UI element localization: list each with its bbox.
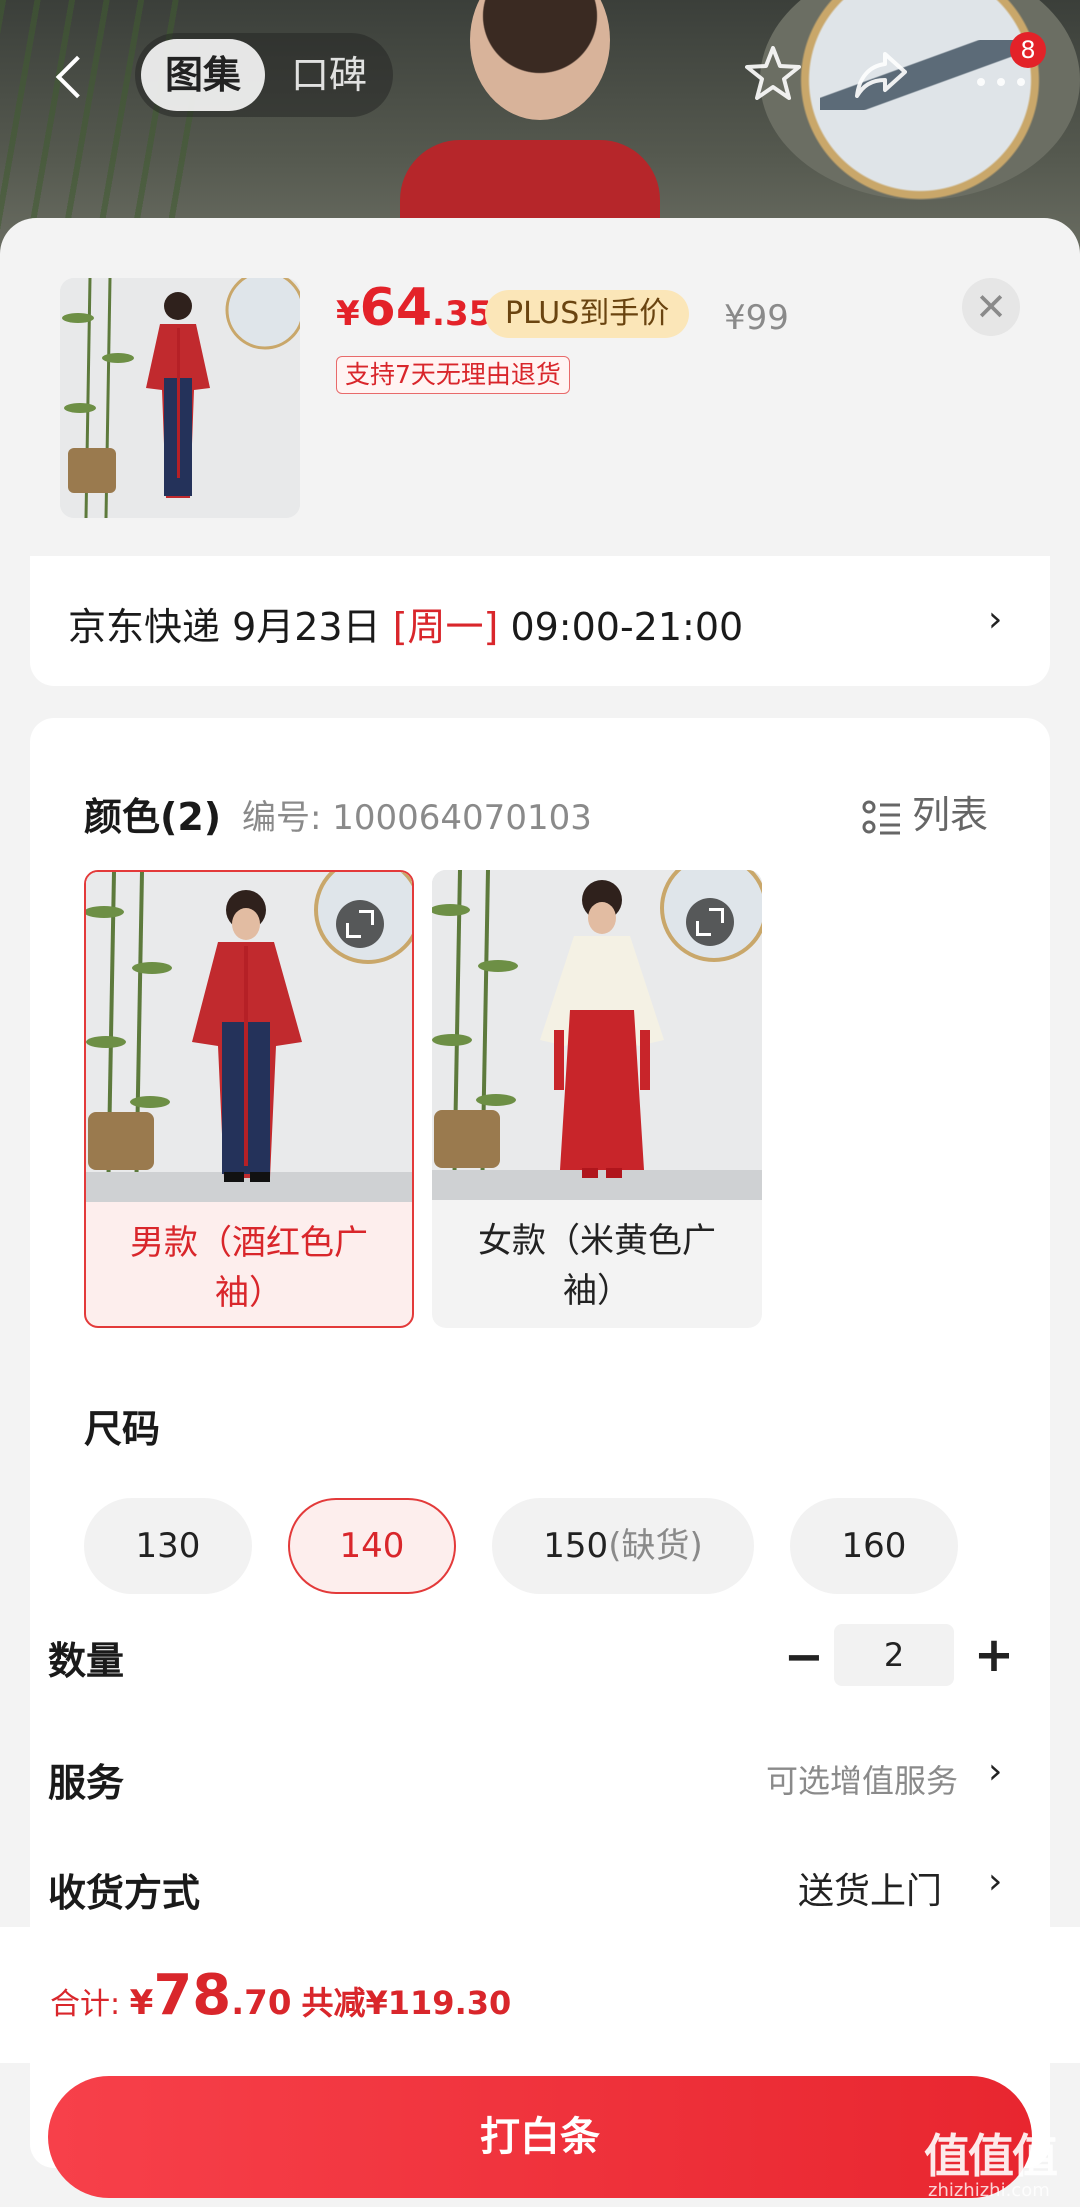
size-option-160[interactable]: 160 (790, 1498, 958, 1594)
color-option-label: 女款（米黄色广袖） (478, 1221, 716, 1311)
expand-icon[interactable] (336, 900, 384, 948)
delivery-info: 京东快递 9月23日 [周一] 09:00-21:00 (68, 596, 743, 651)
list-toggle-label: 列表 (912, 793, 989, 837)
size-value: 160 (841, 1526, 907, 1566)
size-value: 130 (135, 1526, 201, 1566)
total-currency: ¥ (129, 1983, 154, 2023)
delivery-date: 京东快递 9月23日 (68, 605, 393, 649)
watermark-logo: 值值值 (924, 2129, 1058, 2183)
baitiao-pay-button[interactable]: 打白条 (48, 2076, 1032, 2198)
delivery-time: 09:00-21:00 (498, 605, 744, 649)
quantity-input[interactable]: 2 (834, 1624, 954, 1686)
total-label: 合计: (50, 1987, 130, 2022)
chevron-right-icon: › (988, 599, 1003, 640)
model-head (470, 0, 610, 120)
service-value[interactable]: 可选增值服务 (766, 1756, 958, 1802)
color-section-title: 颜色(2) (84, 795, 222, 839)
total-integer: 78 (153, 1963, 232, 2028)
current-price: ¥64.35 (336, 278, 492, 342)
total-discount: 共减¥119.30 (301, 1984, 512, 2022)
list-icon (862, 798, 902, 838)
quantity-label: 数量 (48, 1639, 125, 1683)
order-total: 合计: ¥78.70 共减¥119.30 (50, 1963, 511, 2028)
price-integer: 64 (359, 278, 433, 338)
plus-price-tag: PLUS到手价 (485, 290, 690, 338)
quantity-decrease-button[interactable]: − (774, 1628, 834, 1688)
message-badge: 8 (1010, 32, 1046, 68)
star-icon[interactable] (738, 42, 808, 112)
shipping-method-value[interactable]: 送货上门 (798, 1862, 942, 1914)
color-option-female[interactable]: 女款（米黄色广袖） (432, 870, 762, 1328)
color-option-male[interactable]: 男款（酒红色广袖） (84, 870, 414, 1328)
watermark-url: zhizhizhi.com (928, 2180, 1050, 2201)
return-policy-tag: 支持7天无理由退货 (336, 356, 570, 394)
size-section-title: 尺码 (84, 1407, 161, 1451)
service-label: 服务 (48, 1761, 125, 1805)
color-option-label: 男款（酒红色广袖） (130, 1223, 368, 1313)
sku-selection-sheet: ¥64.35 PLUS到手价 ¥99 支持7天无理由退货 ✕ 京东快递 9月23… (0, 218, 1080, 2207)
original-price: ¥99 (724, 298, 789, 338)
expand-icon[interactable] (686, 898, 734, 946)
total-decimal: .70 (231, 1983, 292, 2023)
shipping-method-label: 收货方式 (48, 1871, 201, 1915)
chevron-right-icon: › (988, 1861, 1003, 1902)
size-value: 140 (339, 1526, 405, 1566)
chevron-right-icon: › (988, 1751, 1003, 1792)
tab-gallery[interactable]: 图集 (141, 39, 265, 111)
price-decimal: .35 (432, 294, 493, 334)
list-view-toggle[interactable]: 列表 (862, 784, 988, 839)
quantity-increase-button[interactable]: + (964, 1626, 1024, 1686)
out-of-stock-note: (缺货) (608, 1526, 703, 1566)
size-option-130[interactable]: 130 (84, 1498, 252, 1594)
sku-number: 编号: 100064070103 (242, 798, 592, 838)
tab-reviews[interactable]: 口碑 (271, 39, 387, 111)
back-icon[interactable] (48, 50, 88, 106)
close-icon[interactable]: ✕ (962, 278, 1020, 336)
product-thumbnail[interactable] (60, 278, 300, 518)
share-icon[interactable] (846, 42, 916, 112)
delivery-weekday: [周一] (392, 605, 499, 649)
size-value: 150 (543, 1526, 609, 1566)
size-option-140[interactable]: 140 (288, 1498, 456, 1594)
price-currency: ¥ (336, 294, 360, 334)
size-option-150[interactable]: 150(缺货) (492, 1498, 754, 1594)
delivery-row[interactable]: 京东快递 9月23日 [周一] 09:00-21:00 › (30, 556, 1050, 686)
header-tab-switcher: 图集 口碑 (135, 33, 393, 117)
total-bar: 合计: ¥78.70 共减¥119.30 (0, 1927, 1080, 2063)
